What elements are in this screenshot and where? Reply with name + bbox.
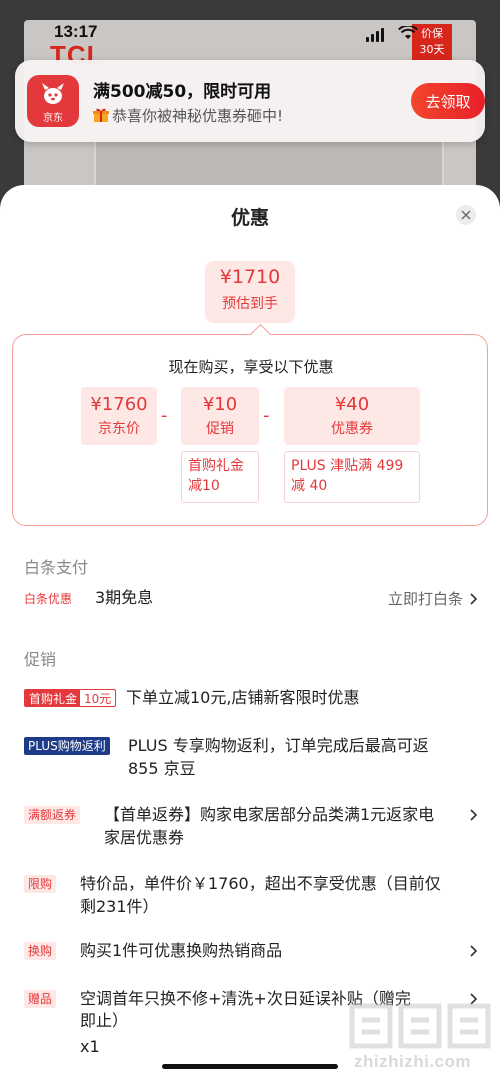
app-name: 京东 [43, 113, 63, 124]
discount-sheet: 优惠 ¥1710 预估到手 现在购买，享受以下优惠 ¥1760 京东价 - ¥1… [0, 185, 500, 1082]
promotion-text: 剩231件） [80, 897, 159, 916]
sheet-title: 优惠 [230, 207, 269, 229]
coupon-detail: PLUS 津贴满 499 减 40 [284, 451, 420, 503]
watermark-text: zhizhizhi.com [354, 1052, 471, 1071]
promotion-detail-line: 首购礼金 [188, 458, 244, 474]
promotion-item: ¥10 促销 [181, 387, 259, 445]
open-baitiao-link[interactable]: 立即打白条 [388, 588, 463, 609]
coupon-label: 优惠券 [331, 421, 373, 437]
promotion-tag: 满额返券 [24, 806, 81, 824]
notification-body-row: 恭喜你被神秘优惠券砸中! [93, 105, 283, 126]
baitiao-tag: 白条优惠 [24, 592, 73, 606]
minus-operator: - [263, 405, 270, 426]
jd-price-item: ¥1760 京东价 [81, 387, 157, 445]
status-bar: 13:17 [0, 22, 500, 46]
promotion-tag: PLUS购物返利 [24, 737, 110, 755]
estimated-price: ¥1710 [219, 266, 281, 288]
watermark: zhizhizhi.com [348, 1000, 493, 1080]
estimated-price-box: ¥1710 预估到手 [205, 261, 295, 323]
promotion-text: 特价品，单件价￥1760，超出不享受优惠（目前仅 [80, 874, 441, 893]
price-calculation: 现在购买，享受以下优惠 ¥1760 京东价 - ¥10 促销 - ¥40 优惠券… [12, 334, 488, 526]
promotion-text: 即止） [80, 1011, 129, 1030]
jd-dog-icon [42, 83, 64, 104]
promotion-row: 限购 特价品，单件价￥1760，超出不享受优惠（目前仅 剩231件） [0, 873, 500, 921]
chevron-right-icon [470, 945, 478, 957]
estimated-price-label: 预估到手 [222, 296, 278, 312]
close-button[interactable] [456, 205, 476, 225]
calculation-heading: 现在购买，享受以下优惠 [168, 358, 334, 376]
claim-coupon-button[interactable]: 去领取 [411, 83, 485, 119]
promotion-text: 家居优惠券 [104, 828, 185, 847]
coupon-value: ¥40 [334, 394, 370, 415]
promotion-tag: 赠品 [24, 990, 57, 1008]
baitiao-text: 3期免息 [95, 588, 154, 607]
promotion-label: 促销 [206, 421, 234, 437]
signal-icon [366, 28, 384, 42]
promotion-section-title: 促销 [24, 650, 57, 669]
watermark-logo [349, 1003, 491, 1049]
promotion-text: 【首单返券】购家电家居部分品类满1元返家电 [104, 805, 435, 824]
coupon-detail-line: 减 40 [291, 478, 328, 494]
wifi-icon [398, 26, 418, 39]
baitiao-row[interactable]: 白条优惠 3期免息 立即打白条 [0, 587, 500, 615]
promotion-row: PLUS购物返利 PLUS 专享购物返利，订单完成后最高可返 855 京豆 [0, 735, 500, 783]
promotion-text: 855 京豆 [128, 759, 196, 778]
promotion-row[interactable]: 换购 购买1件可优惠换购热销商品 [0, 940, 500, 964]
promotion-detail: 首购礼金 减10 [181, 451, 259, 503]
jd-price-value: ¥1760 [90, 394, 148, 415]
close-icon [461, 210, 471, 220]
chevron-right-icon [470, 809, 478, 821]
promotion-tag: 首购礼金 [24, 689, 83, 707]
home-indicator[interactable] [162, 1064, 338, 1069]
promotion-text: PLUS 专享购物返利，订单完成后最高可返 [128, 736, 429, 755]
promotion-text: 下单立减10元,店铺新客限时优惠 [126, 688, 360, 707]
promotion-tag: 限购 [24, 875, 57, 893]
chevron-right-icon [470, 593, 478, 605]
gift-quantity: x1 [80, 1037, 100, 1056]
promotion-tag: 换购 [24, 942, 57, 960]
promotion-tag-amount: 10元 [80, 689, 117, 707]
jd-price-label: 京东价 [98, 421, 140, 437]
notification-title: 满500减50，限时可用 [93, 82, 272, 102]
gift-icon [93, 108, 109, 122]
promotion-detail-line: 减10 [188, 478, 220, 494]
jd-app-icon: 京东 [27, 75, 79, 127]
status-time: 13:17 [54, 22, 98, 41]
promotion-text: 购买1件可优惠换购热销商品 [80, 941, 283, 960]
notification-body: 恭喜你被神秘优惠券砸中! [112, 107, 284, 125]
push-notification[interactable]: 京东 满500减50，限时可用 恭喜你被神秘优惠券砸中! 去领取 [15, 60, 485, 142]
promotion-row[interactable]: 满额返券 【首单返券】购家电家居部分品类满1元返家电 家居优惠券 [0, 804, 500, 852]
baitiao-section-title: 白条支付 [24, 558, 89, 577]
coupon-item: ¥40 优惠券 [284, 387, 420, 445]
coupon-detail-line: PLUS 津贴满 499 [291, 458, 404, 474]
minus-operator: - [161, 405, 168, 426]
promotion-value: ¥10 [202, 394, 238, 415]
promotion-row: 首购礼金 10元 下单立减10元,店铺新客限时优惠 [0, 687, 500, 711]
